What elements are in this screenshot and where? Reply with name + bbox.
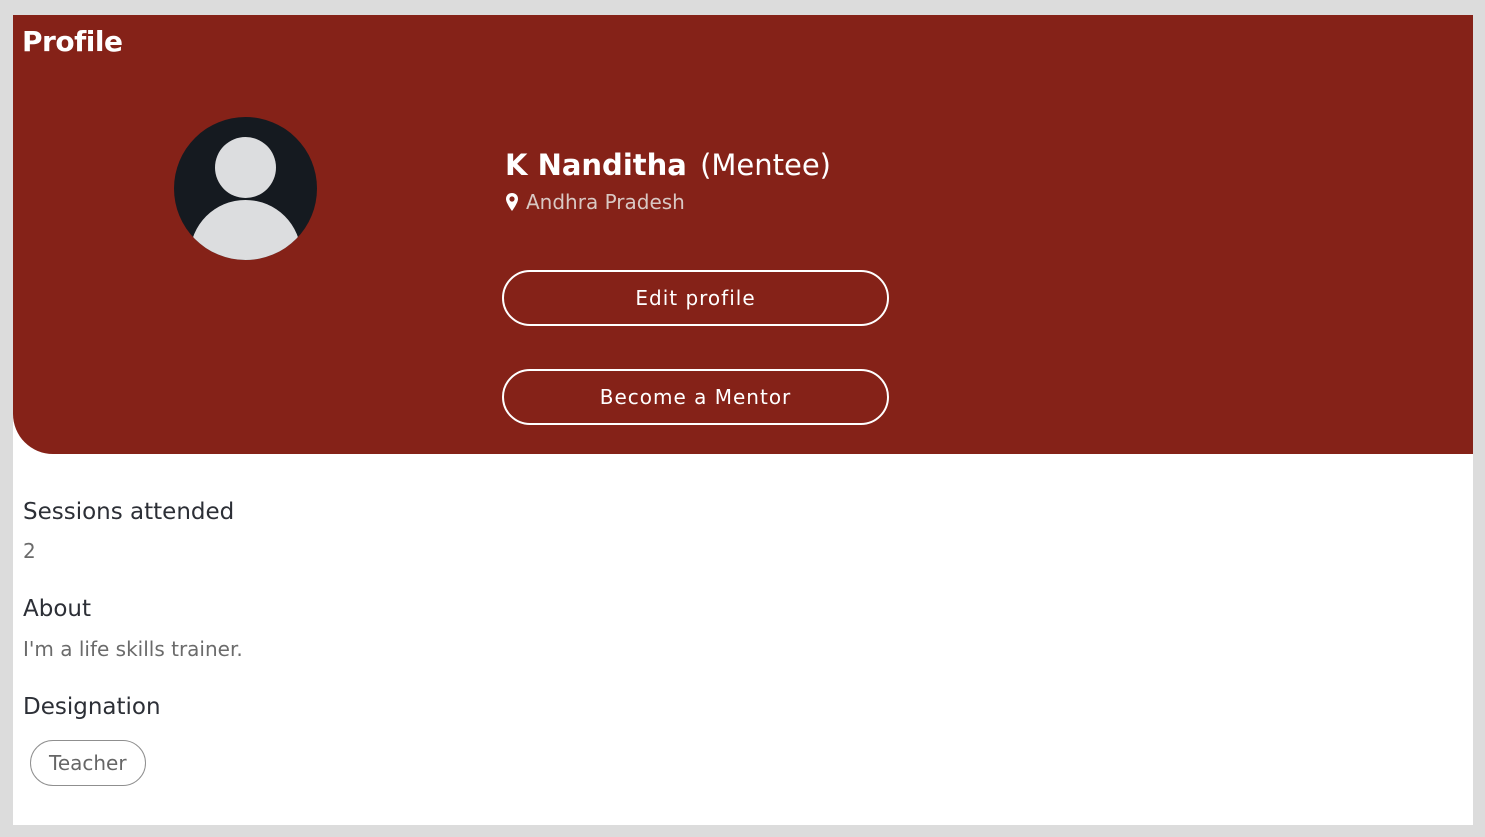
sessions-attended-label: Sessions attended xyxy=(23,499,235,525)
about-label: About xyxy=(23,596,92,622)
map-pin-icon xyxy=(506,193,518,211)
user-role: (Mentee) xyxy=(700,148,831,182)
avatar-icon xyxy=(174,117,317,260)
user-name: K Nanditha xyxy=(505,148,687,182)
designation-label: Designation xyxy=(23,694,161,720)
about-value: I'm a life skills trainer. xyxy=(23,637,243,661)
location-text: Andhra Pradesh xyxy=(526,190,685,214)
avatar-body-shape xyxy=(190,200,301,260)
profile-header: Profile K Nanditha (Mentee) Andhra Prade… xyxy=(13,15,1473,454)
identity-block: K Nanditha (Mentee) Andhra Pradesh xyxy=(505,145,831,215)
profile-page: Profile K Nanditha (Mentee) Andhra Prade… xyxy=(13,15,1473,825)
edit-profile-button[interactable]: Edit profile xyxy=(502,270,889,326)
name-line: K Nanditha (Mentee) xyxy=(505,145,831,185)
page-title: Profile xyxy=(22,25,123,58)
become-mentor-button[interactable]: Become a Mentor xyxy=(502,369,889,425)
sessions-attended-value: 2 xyxy=(23,539,36,563)
location: Andhra Pradesh xyxy=(505,189,831,215)
avatar-head-shape xyxy=(215,137,276,198)
designation-chip: Teacher xyxy=(30,740,146,786)
